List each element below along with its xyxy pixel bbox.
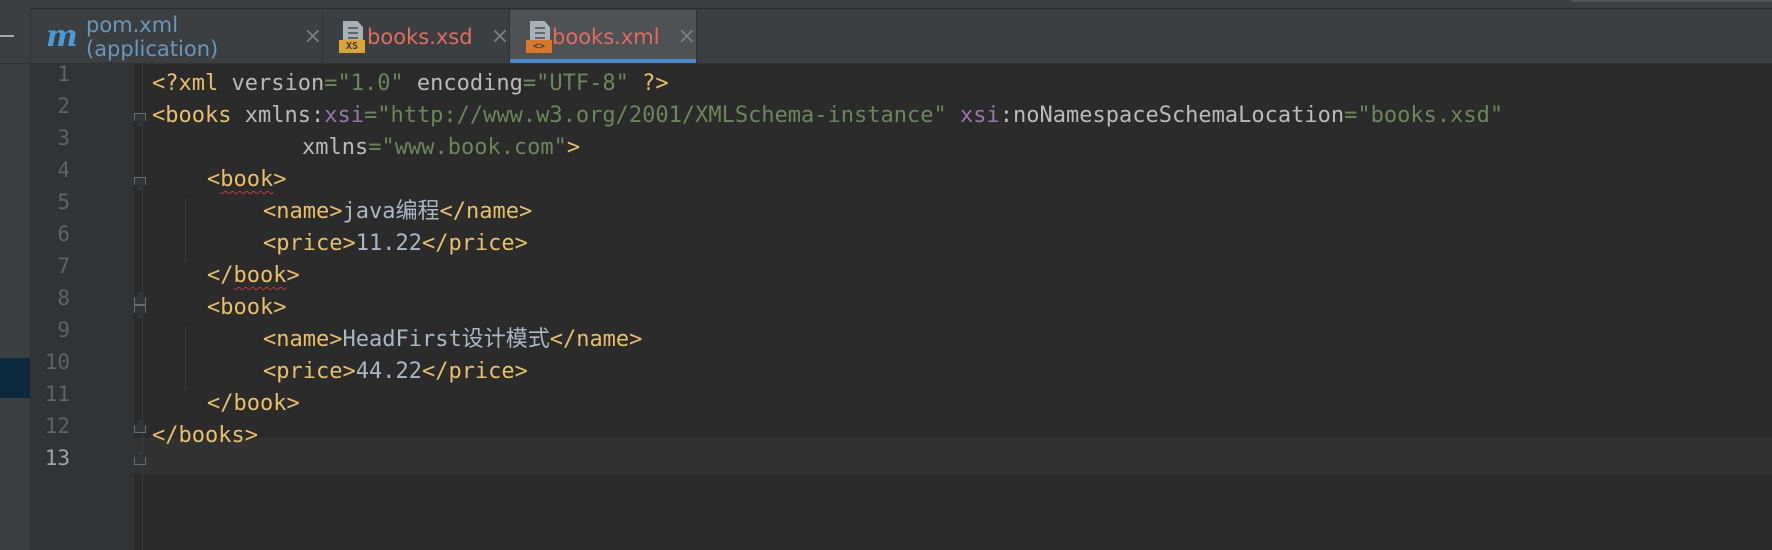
line-number: 5 [57,190,70,214]
close-icon[interactable]: × [304,24,322,49]
line-number: 12 [44,414,70,438]
line-number: 3 [57,126,70,150]
tool-window-toggle[interactable] [0,8,31,63]
line-number: 6 [57,222,70,246]
window-top-edge [0,0,1772,9]
code-line-8: <book> [207,295,287,320]
line-number-current: 13 [44,446,70,470]
tab-pom-xml[interactable]: m pom.xml (application) × [30,10,323,63]
editor-gutter: 1 2 3 4 5 6 7 8 9 10 11 12 13 [0,62,134,550]
tab-books-xsd[interactable]: XS books.xsd × [323,10,510,63]
tab-label: books.xml [552,24,660,49]
xsd-file-icon: XS [339,20,365,53]
code-line-7: </book> [207,263,300,288]
line-number: 10 [44,350,70,374]
close-icon[interactable]: × [491,24,509,49]
code-line-10: <price>44.22</price> [263,359,528,384]
maven-icon: m [46,19,78,54]
code-line-5: <name>java编程</name> [263,199,533,224]
code-line-9: <name>HeadFirst设计模式</name> [263,327,643,352]
code-line-11: </book> [207,391,300,416]
indent-guide [185,198,186,262]
code-line-4: <book> [207,167,287,192]
tab-label: pom.xml (application) [86,12,219,61]
tab-books-xml[interactable]: <> books.xml × [510,10,697,63]
close-icon[interactable]: × [678,24,696,49]
code-line-6: <price>11.22</price> [263,231,528,256]
line-number: 1 [57,62,70,86]
line-number: 11 [44,382,70,406]
current-line-highlight [134,438,1772,474]
tab-label: books.xsd [367,24,473,49]
line-number: 2 [57,94,70,118]
editor-tab-bar: m pom.xml (application) × XS books.xsd ×… [0,0,1772,64]
xml-file-icon: <> [526,20,552,53]
unresolved-element: book [233,263,287,288]
line-number: 8 [57,286,70,310]
unresolved-element: book [220,167,274,192]
code-line-12: </books> [152,423,258,448]
line-number: 7 [57,254,70,278]
code-line-2: <books xmlns:xsi="http://www.w3.org/2001… [152,103,1504,128]
code-line-1: <?xml version="1.0" encoding="UTF-8" ?> [152,71,669,96]
line-number: 4 [57,158,70,182]
top-scrollbar[interactable] [1572,0,1772,2]
indent-guide [185,326,186,390]
code-line-3: xmlns="www.book.com"> [302,135,581,160]
active-tab-indicator [510,59,696,63]
minimize-icon [0,35,14,37]
line-number: 9 [57,318,70,342]
